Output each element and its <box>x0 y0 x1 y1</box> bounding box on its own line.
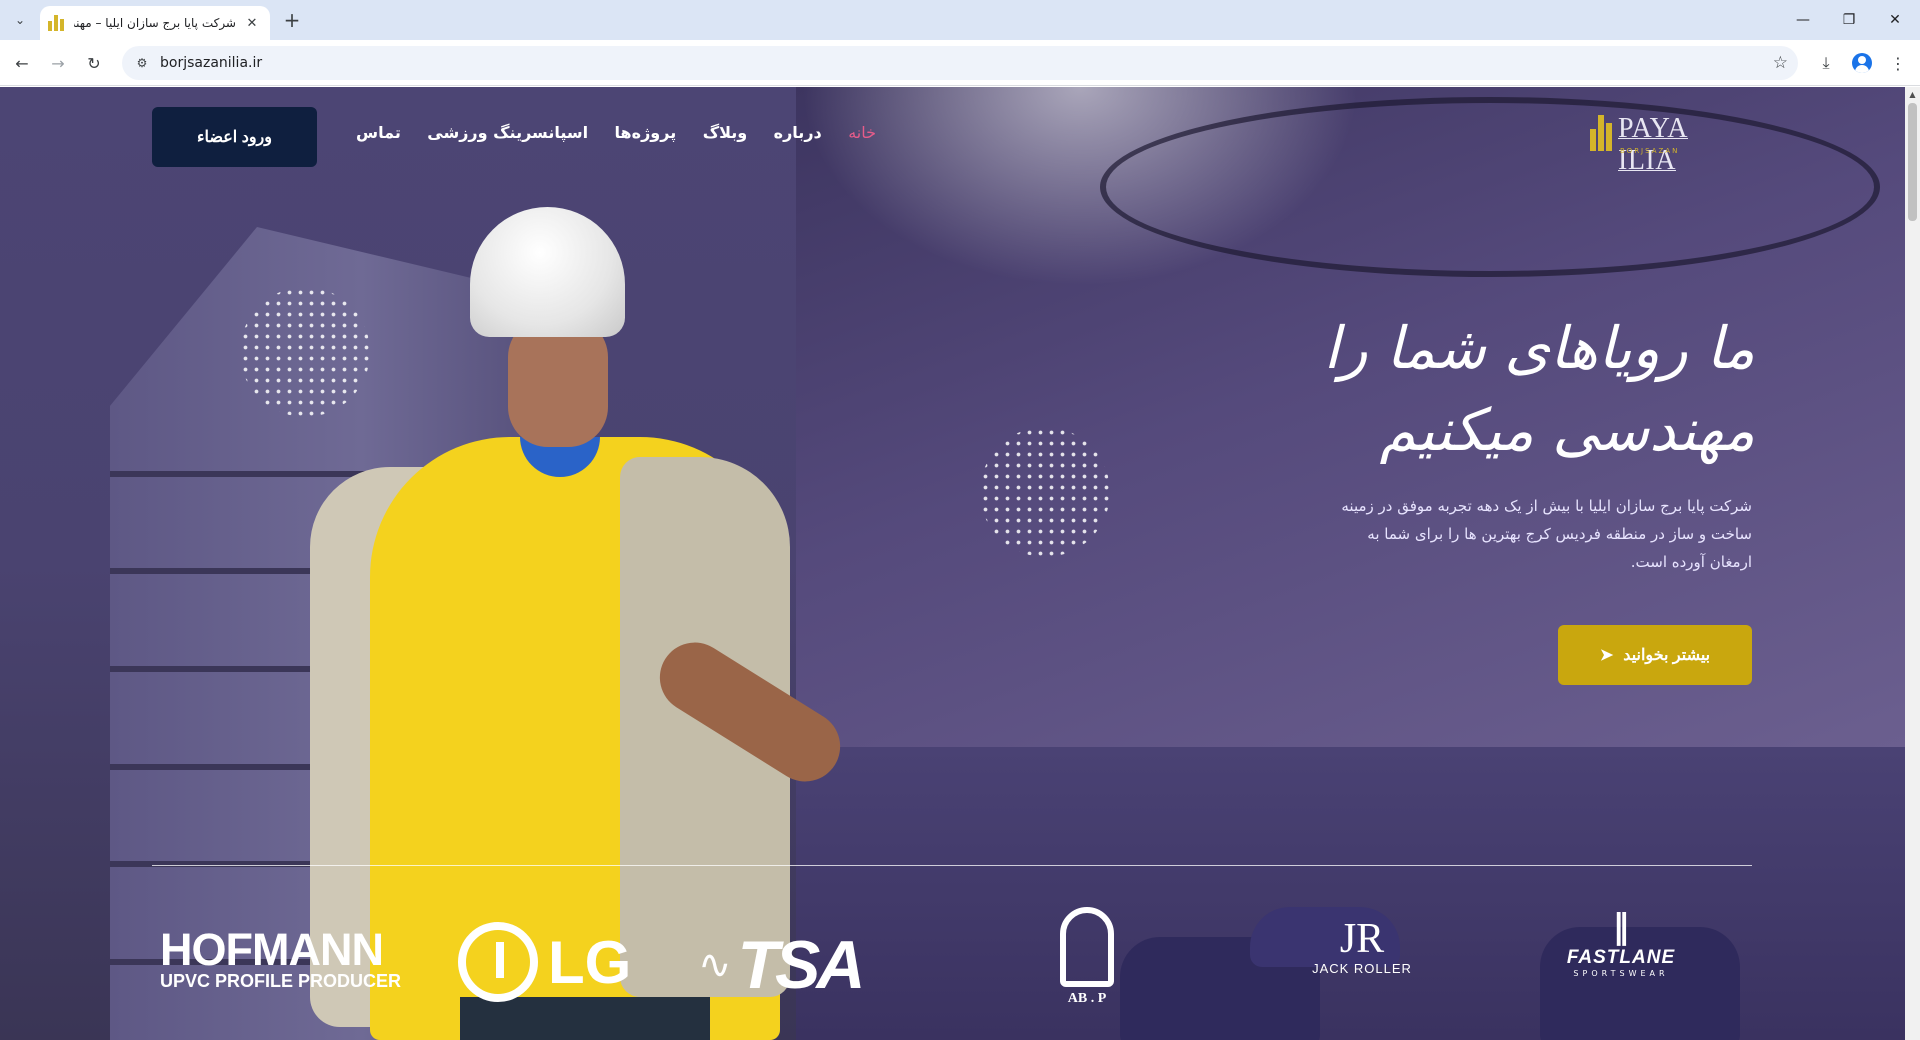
back-arrow-icon[interactable]: ← <box>8 49 36 77</box>
tab-favicon-icon <box>48 15 66 31</box>
restore-icon[interactable]: ❐ <box>1826 0 1872 40</box>
partner-logos: HOFMANN UPVC PROFILE PRODUCER LG ∿ TSA A… <box>152 907 1752 1037</box>
member-login-button[interactable]: ورود اعضاء <box>152 107 317 167</box>
lg-face-icon <box>458 922 538 1002</box>
browser-tab[interactable]: شرکت پایا برج سازان ایلیا – مهندسی ✕ <box>40 6 270 40</box>
abp-name: AB . P <box>1067 991 1107 1006</box>
hero-description: شرکت پایا برج سازان ایلیا با بیش از یک د… <box>1341 497 1752 571</box>
fastlane-emblem-icon: ‖ <box>1612 907 1630 947</box>
dot-pattern-decoration <box>980 427 1110 557</box>
tsa-name: TSA <box>737 927 866 1003</box>
url-text[interactable]: borjsazanilia.ir <box>160 55 262 71</box>
fastlane-tagline: SPORTSWEAR <box>1573 969 1669 978</box>
jr-name: JACK ROLLER <box>1312 961 1412 976</box>
site-info-icon[interactable]: ⚙ <box>128 49 156 77</box>
minimize-icon[interactable]: — <box>1780 0 1826 40</box>
nav-item-blog[interactable]: وبلاگ <box>703 123 747 153</box>
nav-item-about[interactable]: درباره <box>774 123 822 153</box>
construction-worker-image <box>280 207 860 1040</box>
tsa-wave-icon: ∿ <box>698 942 732 988</box>
partner-logo-hofmann[interactable]: HOFMANN UPVC PROFILE PRODUCER <box>160 924 418 991</box>
hero-title-line1: ما رویاهای شما را <box>1323 314 1755 382</box>
pointer-cursor-icon: ➤ <box>1599 647 1614 664</box>
nav-item-home[interactable]: خانه <box>848 123 876 153</box>
partner-logo-abp[interactable]: AB . P <box>1052 907 1122 1017</box>
partner-logo-lg[interactable]: LG <box>458 917 648 1007</box>
download-icon[interactable]: ⤓ <box>1812 49 1840 77</box>
bookmark-star-icon[interactable]: ☆ <box>1773 53 1788 73</box>
jr-monogram: JR <box>1339 916 1385 962</box>
page-viewport: ورود اعضاء تماس اسپانسرینگ ورزشی پروژه‌ه… <box>0 87 1905 1040</box>
read-more-button[interactable]: بیشتر بخوانید ➤ <box>1558 625 1752 685</box>
hofmann-tagline: UPVC PROFILE PRODUCER <box>160 971 402 991</box>
logo-subtext: BORJSAZAN <box>1620 147 1680 155</box>
reload-icon[interactable]: ↻ <box>80 49 108 77</box>
kebab-menu-icon[interactable]: ⋮ <box>1884 49 1912 77</box>
tab-search-chevron-down-icon[interactable]: ⌄ <box>8 8 32 32</box>
page-scrollbar[interactable]: ▲ <box>1905 87 1920 1040</box>
tab-title: شرکت پایا برج سازان ایلیا – مهندسی <box>74 16 236 30</box>
profile-icon[interactable] <box>1848 49 1876 77</box>
read-more-label: بیشتر بخوانید <box>1623 647 1711 664</box>
logo-building-icon <box>1590 115 1614 151</box>
close-window-icon[interactable]: ✕ <box>1872 0 1918 40</box>
address-bar[interactable]: ⚙ borjsazanilia.ir ☆ <box>122 46 1798 80</box>
hero-title: ما رویاهای شما را مهندسی میکنیم <box>1240 307 1755 471</box>
forward-arrow-icon[interactable]: → <box>44 49 72 77</box>
abp-emblem-icon <box>1060 907 1114 987</box>
lg-name: LG <box>548 928 632 996</box>
ceiling-ring <box>1100 97 1880 277</box>
partner-logo-fastlane[interactable]: ‖ FASTLANE SPORTSWEAR <box>1556 907 1686 978</box>
site-logo[interactable]: PAYA ILIA BORJSAZAN <box>1586 107 1746 176</box>
fastlane-name: FASTLANE <box>1566 947 1676 968</box>
partner-logo-tsa[interactable]: ∿ TSA <box>698 925 938 1005</box>
browser-toolbar: ← → ↻ ⚙ borjsazanilia.ir ☆ ⤓ ⋮ <box>0 40 1920 86</box>
nav-item-contact[interactable]: تماس <box>356 123 401 153</box>
tab-close-icon[interactable]: ✕ <box>242 13 262 33</box>
scroll-up-arrow-icon[interactable]: ▲ <box>1905 87 1920 102</box>
hero-title-line2: مهندسی میکنیم <box>1379 396 1755 464</box>
nav-item-projects[interactable]: پروژه‌ها <box>615 123 677 153</box>
section-divider <box>152 865 1752 866</box>
hofmann-name: HOFMANN <box>160 924 384 975</box>
new-tab-plus-icon[interactable]: + <box>280 8 304 32</box>
main-navigation: تماس اسپانسرینگ ورزشی پروژه‌ها وبلاگ درب… <box>356 123 876 153</box>
logo-text: PAYA ILIA <box>1618 113 1688 176</box>
partner-logo-jack-roller[interactable]: JR JACK ROLLER <box>1302 917 1422 976</box>
scroll-thumb[interactable] <box>1908 103 1917 221</box>
browser-tabstrip: ⌄ شرکت پایا برج سازان ایلیا – مهندسی ✕ +… <box>0 0 1920 40</box>
nav-item-sports-sponsoring[interactable]: اسپانسرینگ ورزشی <box>427 123 588 153</box>
